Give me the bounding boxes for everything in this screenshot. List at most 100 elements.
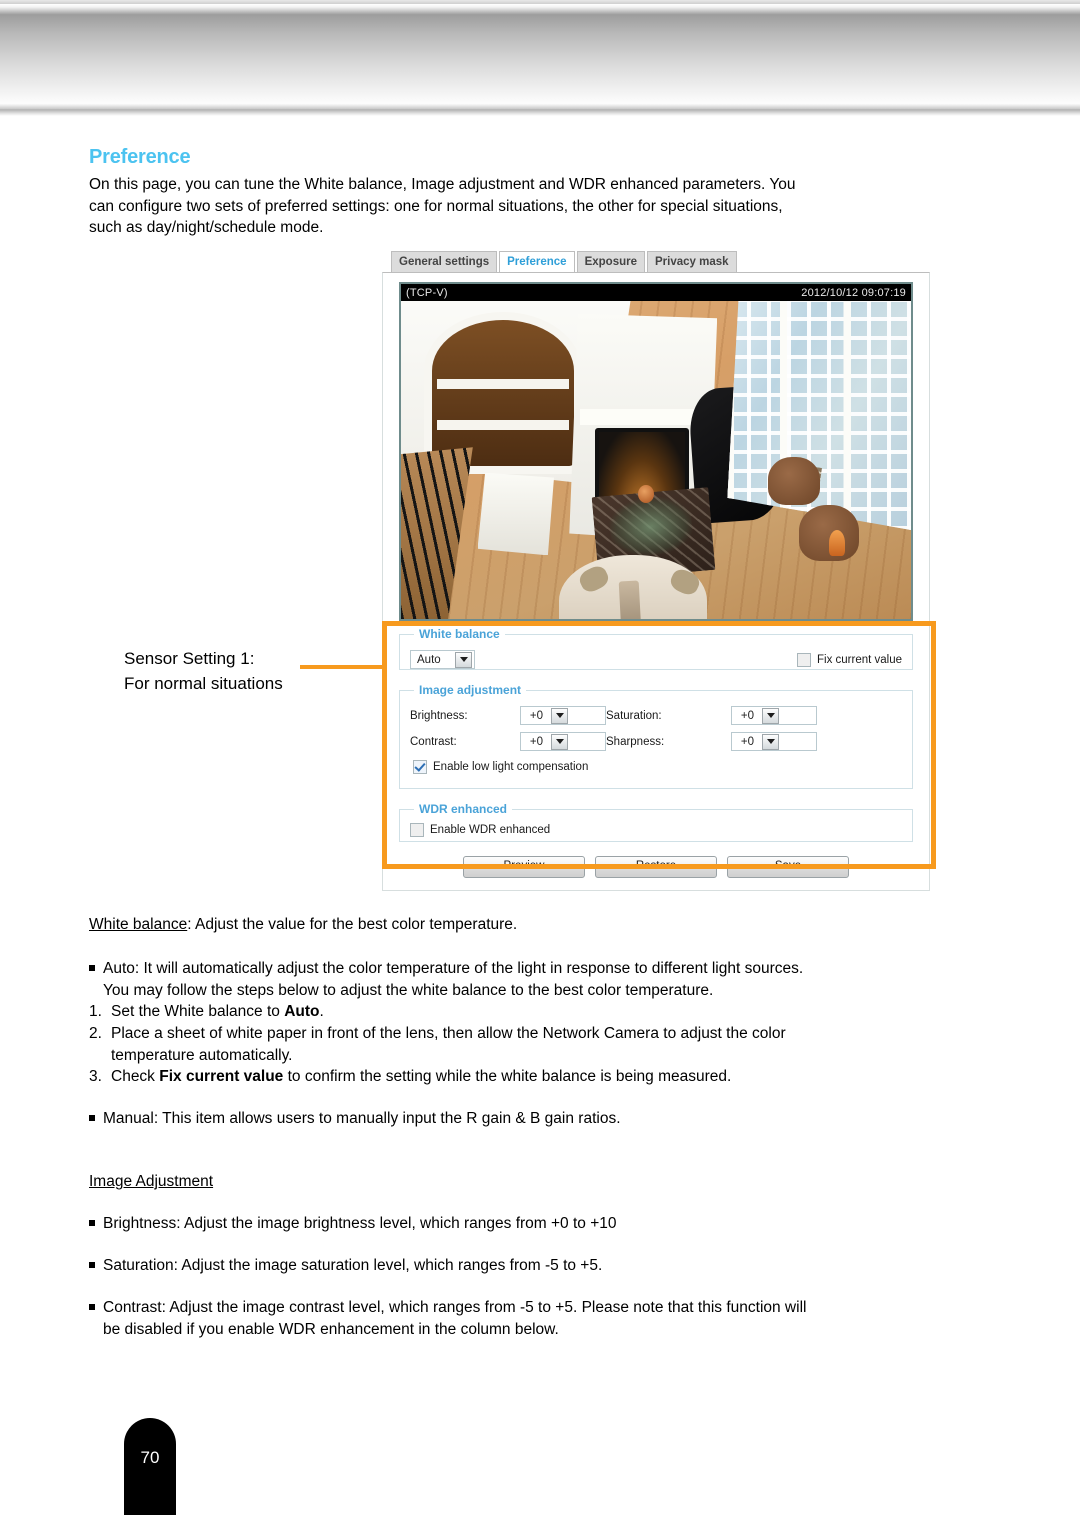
tab-general-settings[interactable]: General settings: [391, 251, 498, 272]
checkbox-checked-icon: [413, 760, 427, 774]
step-1-number: 1.: [89, 1003, 102, 1020]
image-adjustment-legend: Image adjustment: [419, 683, 522, 697]
saturation-bullet-text: Saturation: Adjust the image saturation …: [103, 1257, 603, 1274]
video-shelf: [437, 419, 569, 430]
brightness-bullet: Brightness: Adjust the image brightness …: [89, 1213, 1005, 1235]
manual-bullet: Manual: This item allows users to manual…: [89, 1108, 1005, 1130]
contrast-bullet-line1: Contrast: Adjust the image contrast leve…: [103, 1299, 807, 1316]
action-button-row: Preview Restore Save: [392, 856, 920, 878]
step-1-text-c: .: [319, 1003, 324, 1020]
white-balance-section: White balance Auto Fix current value: [399, 627, 913, 670]
contrast-value: +0: [529, 735, 543, 748]
viewer-timestamp: 2012/10/12 09:07:19: [801, 286, 906, 299]
brightness-bullet-text: Brightness: Adjust the image brightness …: [103, 1215, 617, 1232]
stream-protocol-label: (TCP-V): [406, 286, 448, 299]
intro-line-3: such as day/night/schedule mode.: [89, 219, 324, 236]
contrast-label: Contrast:: [410, 735, 457, 748]
step-1-text-a: Set the White balance to: [111, 1003, 285, 1020]
white-balance-term: White balance: [89, 916, 188, 933]
live-video-viewer[interactable]: (TCP-V) 2012/10/12 09:07:19: [399, 282, 913, 621]
contrast-bullet-line2: be disabled if you enable WDR enhancemen…: [103, 1320, 559, 1338]
tab-privacy-mask[interactable]: Privacy mask: [647, 251, 737, 272]
chevron-down-icon[interactable]: [551, 733, 568, 750]
settings-panel: (TCP-V) 2012/10/12 09:07:19 White balanc…: [382, 272, 930, 891]
bullet-square-icon: [89, 958, 103, 980]
step-3-number: 3.: [89, 1068, 102, 1085]
step-3-text-a: Check: [111, 1068, 160, 1085]
image-adjustment-heading-text: Image Adjustment: [89, 1173, 214, 1190]
step-3-text-bold: Fix current value: [159, 1068, 284, 1085]
video-mantel: [579, 409, 702, 425]
step-3: 3. Check Fix current value to confirm th…: [89, 1066, 1005, 1088]
saturation-select[interactable]: +0: [731, 706, 817, 725]
video-window-frames: [727, 301, 911, 530]
bullet-square-icon: [89, 1108, 103, 1130]
checkbox-box-icon: [796, 652, 811, 667]
chevron-down-icon[interactable]: [455, 651, 472, 668]
video-armchair: [768, 456, 821, 505]
bullet-square-icon: [89, 1297, 103, 1340]
brightness-value: +0: [529, 709, 543, 722]
saturation-value: +0: [740, 709, 754, 722]
step-1: 1. Set the White balance to Auto.: [89, 1001, 1005, 1023]
image-adjustment-grid: Brightness: +0 Saturation: +0 Contrast: …: [410, 706, 902, 751]
restore-button[interactable]: Restore: [595, 856, 717, 878]
video-coffee-table: [607, 494, 695, 560]
tab-bar: General settings Preference Exposure Pri…: [382, 250, 930, 272]
sensor-setting-leader-line: [300, 665, 384, 669]
intro-line-1: On this page, you can tune the White bal…: [89, 176, 796, 193]
viewer-status-bar: (TCP-V) 2012/10/12 09:07:19: [401, 284, 911, 301]
video-lamp: [829, 529, 846, 556]
white-balance-legend: White balance: [419, 627, 500, 641]
intro-line-2: can configure two sets of preferred sett…: [89, 197, 783, 215]
auto-bullet-line2: You may follow the steps below to adjust…: [103, 981, 714, 999]
fix-current-value-checkbox[interactable]: Fix current value: [796, 652, 902, 667]
preview-button[interactable]: Preview: [463, 856, 585, 878]
brightness-select[interactable]: +0: [520, 706, 606, 725]
chevron-down-icon[interactable]: [551, 707, 568, 724]
bullet-square-icon: [89, 1255, 103, 1277]
save-button[interactable]: Save: [727, 856, 849, 878]
checkbox-box-icon: [410, 823, 424, 837]
intro-paragraph: On this page, you can tune the White bal…: [89, 174, 1005, 239]
step-2-number: 2.: [89, 1025, 102, 1042]
enable-low-light-compensation-checkbox[interactable]: Enable low light compensation: [413, 760, 588, 774]
image-adjustment-section: Image adjustment Brightness: +0 Saturati…: [399, 683, 913, 789]
live-video-frame: [401, 301, 911, 619]
white-balance-mode-select[interactable]: Auto: [410, 650, 475, 669]
enable-wdr-enhanced-label: Enable WDR enhanced: [430, 824, 551, 836]
video-cabinet: [477, 472, 554, 556]
sharpness-select[interactable]: +0: [731, 732, 817, 751]
white-balance-row: Auto Fix current value: [410, 650, 902, 669]
page-number: 70: [140, 1448, 160, 1467]
page-header-bar: [0, 0, 1080, 118]
saturation-label: Saturation:: [606, 709, 662, 722]
step-1-text-bold: Auto: [284, 1003, 320, 1020]
camera-ui-screenshot: General settings Preference Exposure Pri…: [382, 250, 930, 891]
step-3-text-c: to confirm the setting while the white b…: [283, 1068, 732, 1085]
tab-preference[interactable]: Preference: [499, 251, 575, 272]
contrast-select[interactable]: +0: [520, 732, 606, 751]
page-title: Preference: [89, 146, 191, 168]
brightness-label: Brightness:: [410, 709, 468, 722]
chevron-down-icon[interactable]: [762, 707, 779, 724]
step-2-line1: Place a sheet of white paper in front of…: [111, 1025, 786, 1042]
image-adjustment-heading: Image Adjustment: [89, 1171, 1005, 1193]
step-2-line2: temperature automatically.: [111, 1046, 293, 1064]
header-bar-bottom-edge: [0, 110, 1080, 116]
header-bar-band: [0, 4, 1080, 110]
chevron-down-icon[interactable]: [762, 733, 779, 750]
tab-exposure[interactable]: Exposure: [576, 251, 646, 272]
video-bookshelf-arch: [431, 320, 575, 467]
auto-bullet-line1: Auto: It will automatically adjust the c…: [103, 960, 804, 977]
video-shelf: [437, 378, 569, 389]
wdr-enhanced-legend: WDR enhanced: [419, 802, 508, 816]
sharpness-label: Sharpness:: [606, 735, 665, 748]
enable-wdr-enhanced-checkbox[interactable]: Enable WDR enhanced: [410, 823, 550, 837]
bullet-square-icon: [89, 1213, 103, 1235]
saturation-bullet: Saturation: Adjust the image saturation …: [89, 1255, 1005, 1277]
sensor-setting-annotation-line1: Sensor Setting 1:: [124, 649, 255, 668]
white-balance-mode-value: Auto: [417, 653, 441, 666]
white-balance-definition: White balance: Adjust the value for the …: [89, 914, 1005, 936]
step-2: 2. Place a sheet of white paper in front…: [89, 1023, 1005, 1066]
